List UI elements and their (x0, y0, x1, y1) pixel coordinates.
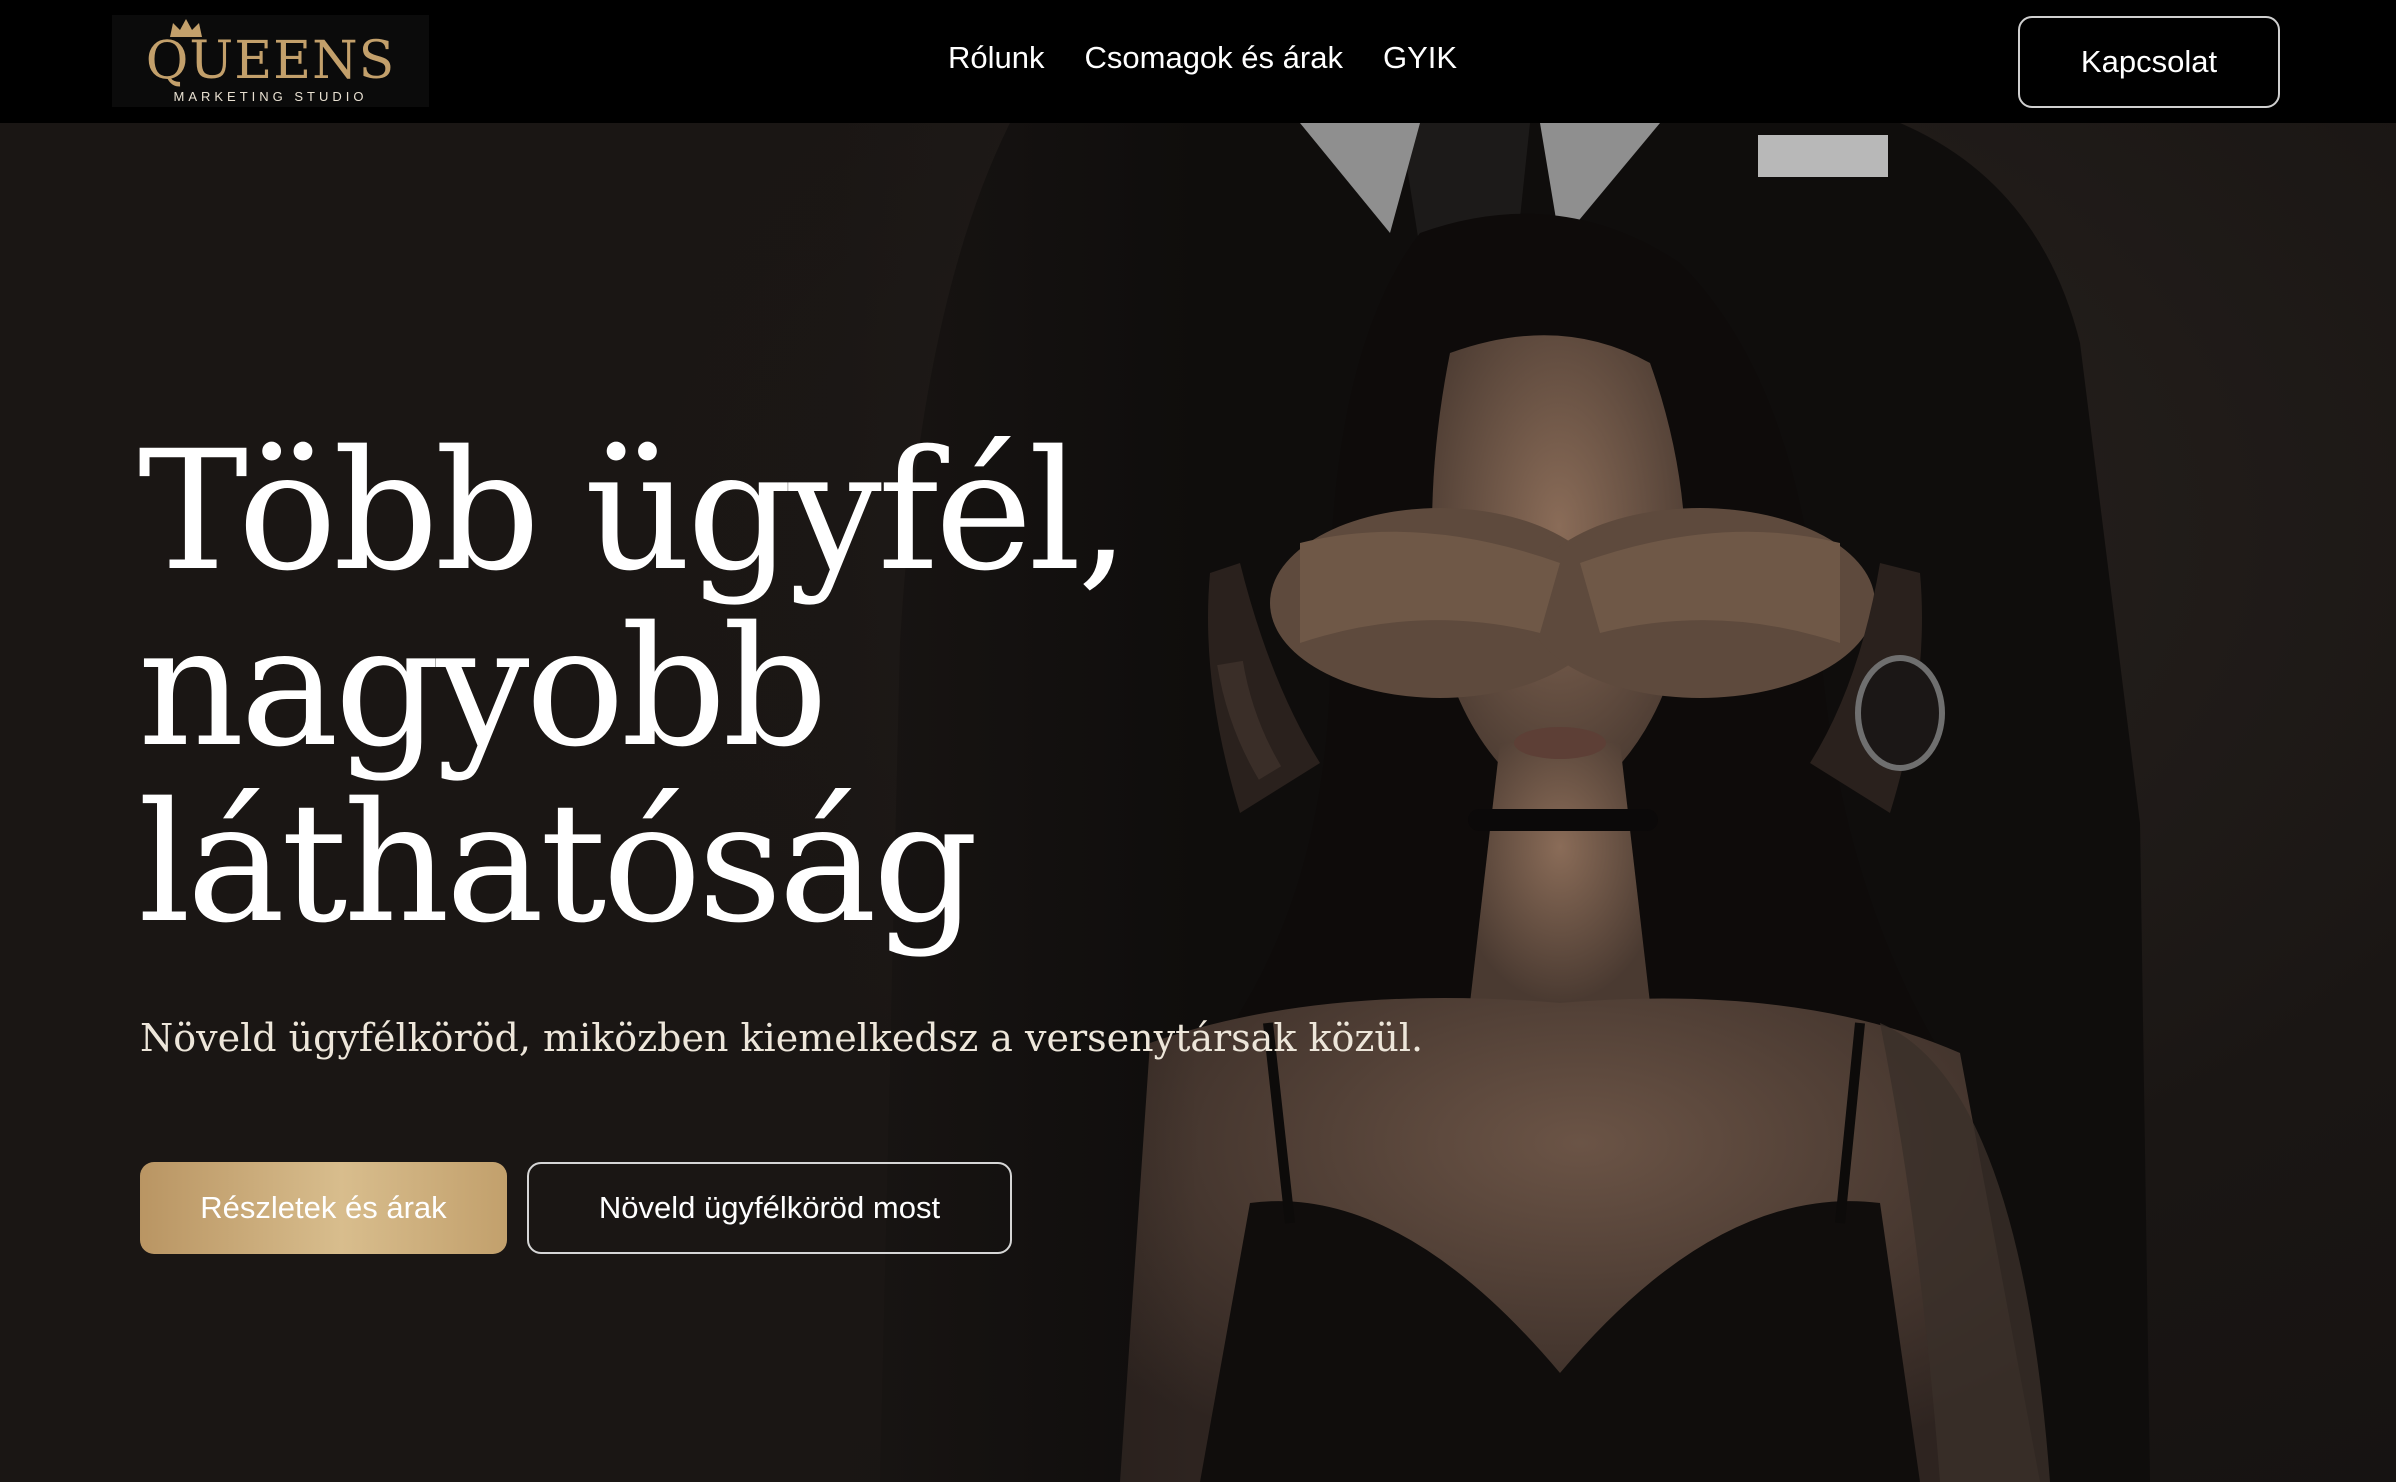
main-nav: Rólunk Csomagok és árak GYIK (948, 38, 1457, 78)
hero-section: Több ügyfél, nagyobb láthatóság Növeld ü… (0, 123, 2396, 1482)
hero-headline: Több ügyfél, nagyobb láthatóság (138, 423, 1288, 951)
nav-link-faq[interactable]: GYIK (1383, 38, 1457, 78)
details-prices-button[interactable]: Részletek és árak (140, 1162, 507, 1254)
brand-name: QUEENS (145, 31, 396, 91)
contact-button[interactable]: Kapcsolat (2018, 16, 2280, 108)
top-navigation-bar: QUEENS MARKETING STUDIO Rólunk Csomagok … (0, 0, 2396, 123)
hero-subtitle: Növeld ügyfélköröd, miközben kiemelkedsz… (140, 1016, 1424, 1060)
hero-headline-line-3: láthatóság (138, 767, 978, 959)
hero-headline-line-1: Több ügyfél, (138, 415, 1130, 607)
brand-tagline: MARKETING STUDIO (173, 89, 368, 104)
nav-link-packages-prices[interactable]: Csomagok és árak (1085, 38, 1343, 78)
grow-clients-button[interactable]: Növeld ügyfélköröd most (527, 1162, 1012, 1254)
hero-headline-line-2: nagyobb (138, 591, 828, 783)
nav-link-rolunk[interactable]: Rólunk (948, 38, 1045, 78)
brand-logo[interactable]: QUEENS MARKETING STUDIO (112, 15, 429, 107)
page: QUEENS MARKETING STUDIO Rólunk Csomagok … (0, 0, 2396, 1482)
